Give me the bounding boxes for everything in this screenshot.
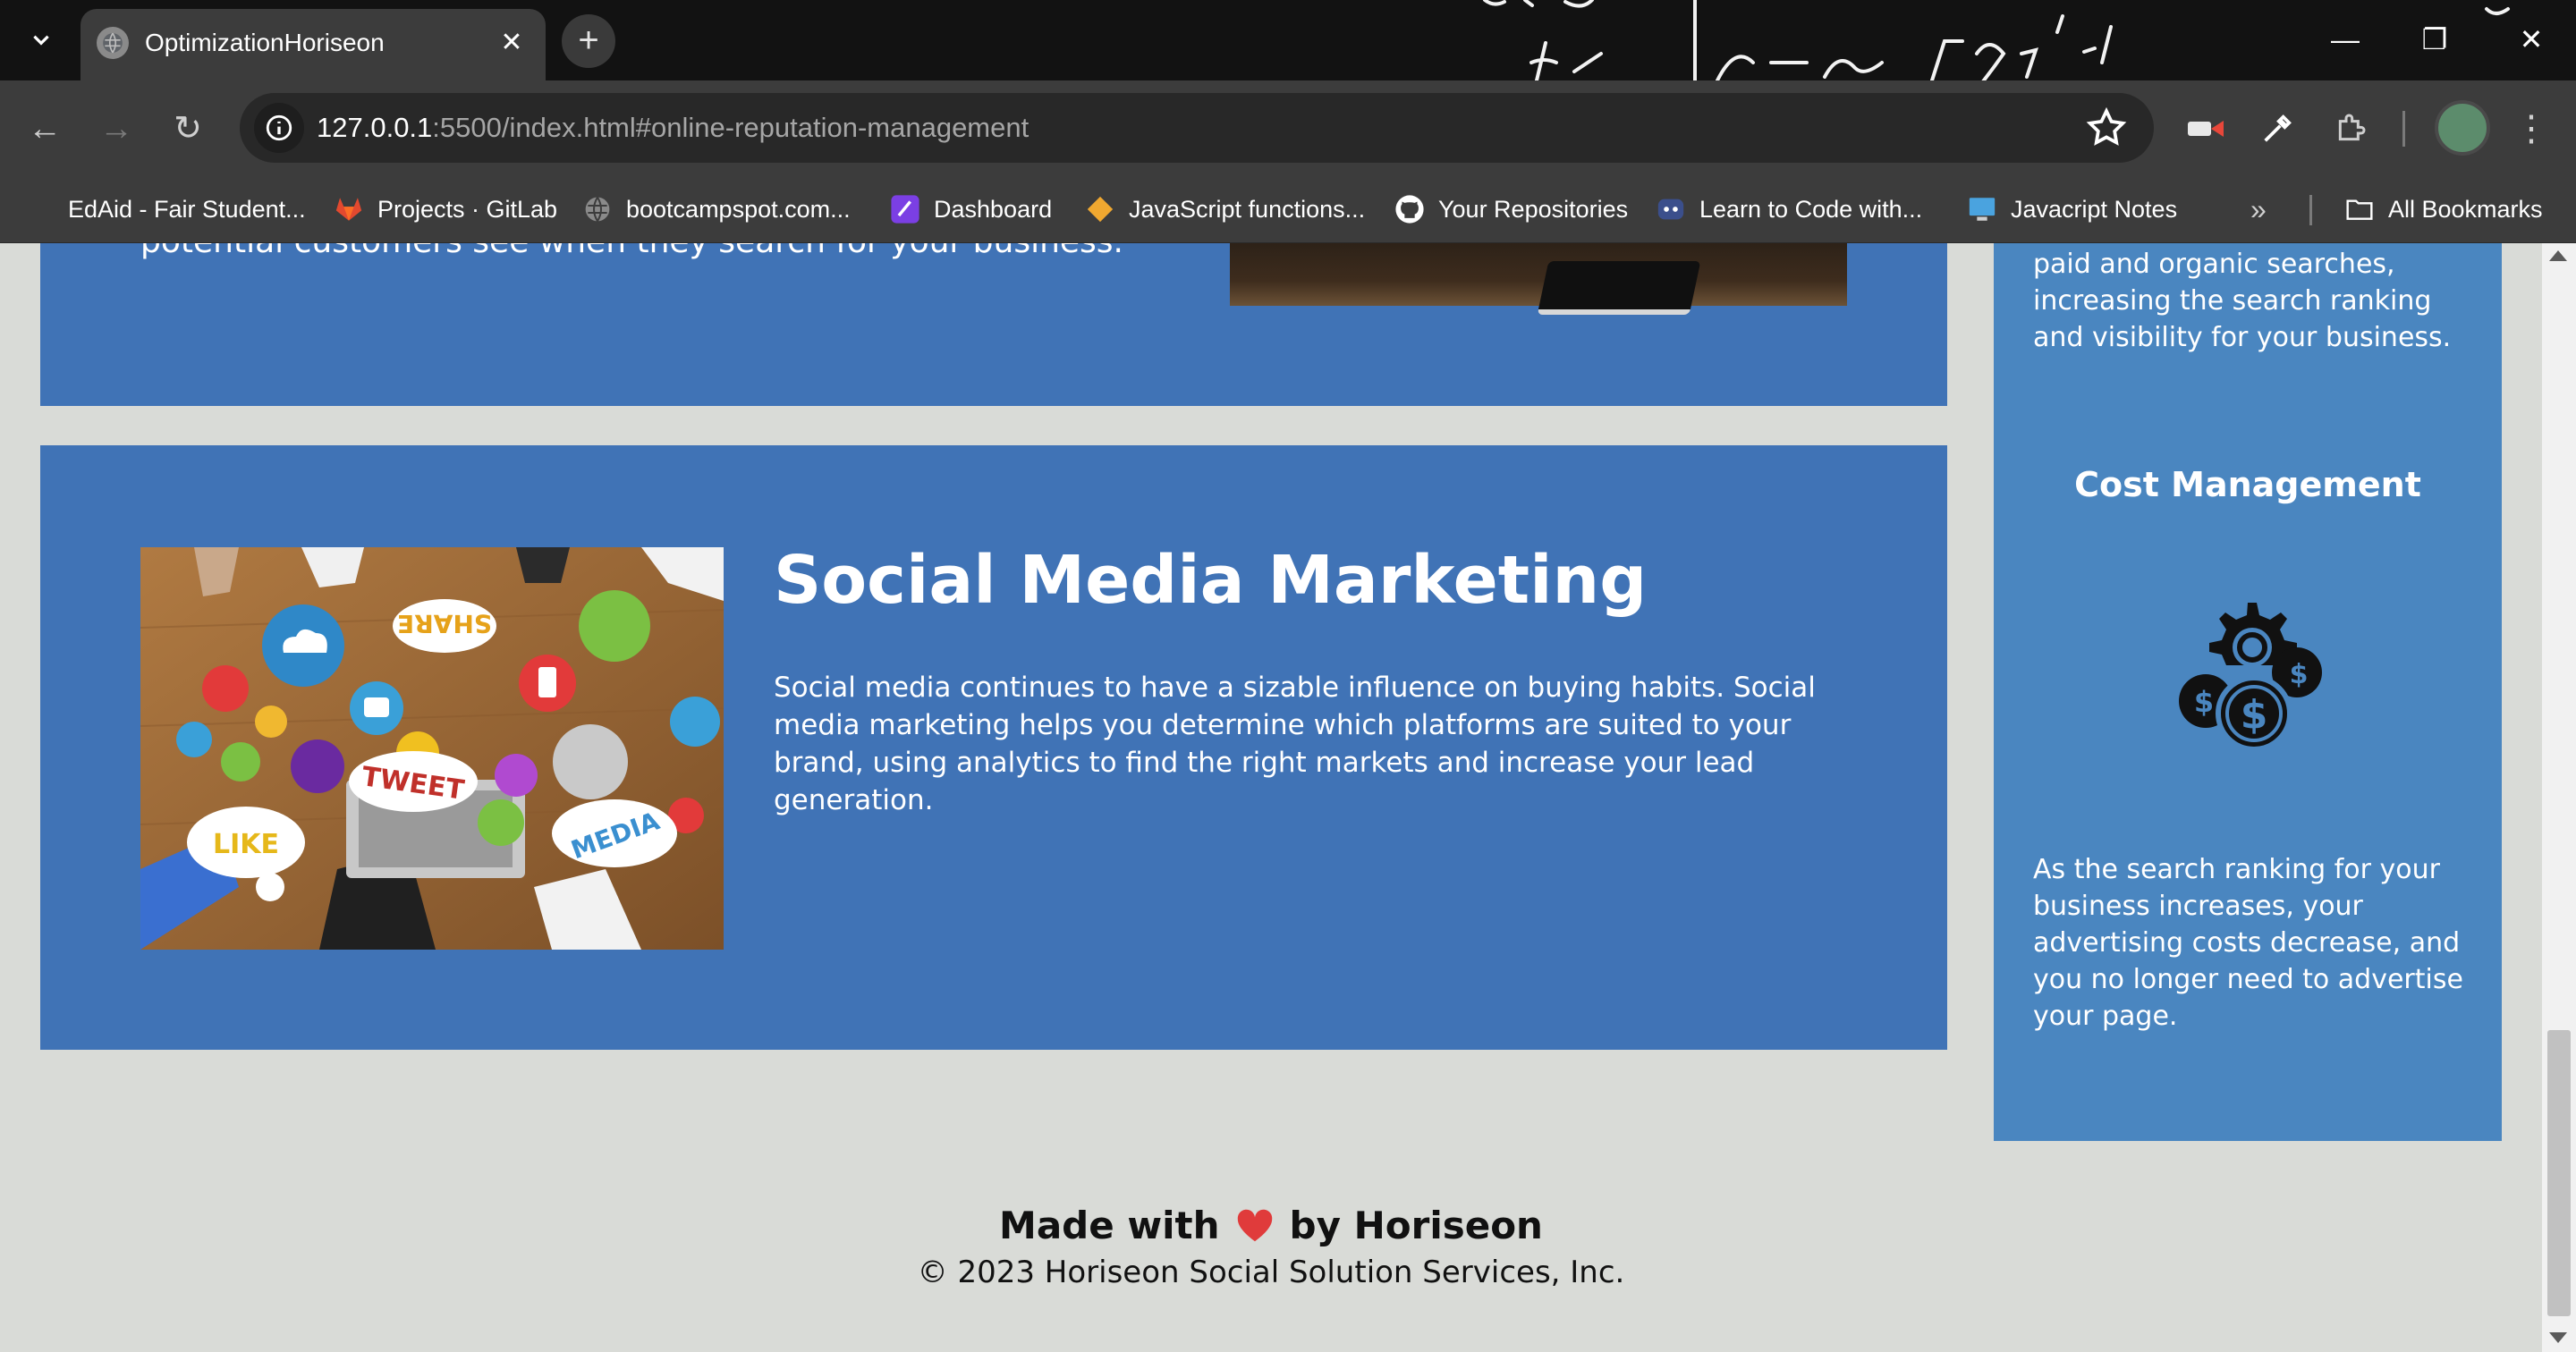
gitlab-icon	[333, 193, 365, 225]
heart-icon	[1237, 1209, 1272, 1242]
bookmark-label: bootcampspot.com...	[626, 195, 851, 223]
back-arrow-icon[interactable]: ←	[20, 104, 70, 154]
restore-icon[interactable]: ❐	[2399, 13, 2470, 66]
bookmark-label: Dashboard	[934, 195, 1053, 223]
cost-management-title: Cost Management	[2074, 465, 2421, 504]
browser-menu-icon[interactable]: ⋮	[2513, 104, 2549, 154]
online-reputation-management-section: potential customers see when they search…	[40, 243, 1947, 406]
all-bookmarks-button[interactable]: All Bookmarks	[2343, 186, 2543, 232]
reputation-management-image	[1230, 243, 1847, 315]
footer-made-with: Made with by Horiseon	[0, 1200, 2542, 1252]
laptop-graphic	[1537, 261, 1701, 315]
benefits-sidebar: Users find your business through paid an…	[1994, 243, 2502, 1141]
screen-recorder-extension-icon[interactable]	[2182, 106, 2229, 152]
bookmark-label: Learn to Code with...	[1699, 195, 1923, 223]
reload-icon[interactable]: ↻	[163, 104, 213, 154]
robot-icon	[1655, 193, 1687, 225]
bookmark-gitlab[interactable]: Projects · GitLab	[333, 186, 557, 232]
section-text: potential customers see when they search…	[140, 243, 1123, 260]
bookmarks-bar: EdAid - Fair Student... Projects · GitLa…	[0, 175, 2576, 243]
bookmark-javascript-functions[interactable]: JavaScript functions...	[1084, 186, 1365, 232]
bookmark-label: Projects · GitLab	[377, 195, 558, 223]
section-title: Social Media Marketing	[774, 542, 1648, 619]
bookmark-star-icon[interactable]	[2084, 106, 2129, 150]
bookmark-label: EdAid - Fair Student...	[68, 195, 306, 223]
folder-icon	[2343, 193, 2376, 225]
url-path: :5500/index.html#online-reputation-manag…	[432, 112, 1030, 143]
social-media-marketing-section: SHARE TWEET LIKE MEDIA Social Media Mark…	[40, 445, 1947, 1050]
window-close-icon[interactable]: ✕	[2496, 13, 2567, 66]
bookmark-dashboard[interactable]: Dashboard	[889, 186, 1052, 232]
browser-toolbar: ← → ↻ 127.0.0.1:5500/index.html#online-r…	[0, 80, 2576, 175]
bookmark-your-repositories[interactable]: Your Repositories	[1394, 186, 1628, 232]
bubble-share: SHARE	[397, 609, 492, 638]
cost-management-icon: $ $ $	[2179, 603, 2322, 752]
lead-generation-text: Users find your business through paid an…	[2033, 249, 2452, 353]
section-body: Social media continues to have a sizable…	[774, 672, 1816, 816]
color-picker-extension-icon[interactable]	[2254, 106, 2301, 152]
tab-search-chevron-icon[interactable]	[20, 18, 63, 61]
url-host: 127.0.0.1	[317, 112, 433, 143]
github-icon	[1394, 193, 1426, 225]
by-label: by Horiseon	[1289, 1204, 1543, 1247]
bookmark-bootcampspot[interactable]: bootcampspot.com...	[581, 186, 851, 232]
pen-icon	[889, 193, 921, 225]
svg-text:$: $	[2241, 692, 2268, 738]
extensions-puzzle-icon[interactable]	[2327, 106, 2374, 152]
browser-tab[interactable]: OptimizationHoriseon ✕	[80, 9, 546, 80]
site-info-icon[interactable]	[254, 103, 304, 153]
close-tab-icon[interactable]: ✕	[494, 25, 530, 61]
address-bar[interactable]: 127.0.0.1:5500/index.html#online-reputat…	[240, 93, 2154, 163]
social-media-marketing-image: SHARE TWEET LIKE MEDIA	[140, 547, 724, 950]
more-bookmarks-chevron-icon[interactable]: »	[2250, 188, 2267, 231]
diamond-icon	[1084, 193, 1116, 225]
svg-text:$: $	[2290, 659, 2309, 690]
copyright-text: © 2023 Horiseon Social Solution Services…	[917, 1255, 1625, 1290]
bookmark-label: JavaScript functions...	[1129, 195, 1366, 223]
forward-arrow-icon[interactable]: →	[91, 104, 141, 154]
made-with-label: Made with	[999, 1204, 1220, 1247]
page-scrollbar[interactable]	[2542, 243, 2576, 1352]
minimize-icon[interactable]: —	[2309, 13, 2381, 66]
page-footer: Made with by Horiseon © 2023 Horiseon So…	[0, 1200, 2542, 1293]
url-text[interactable]: 127.0.0.1:5500/index.html#online-reputat…	[317, 110, 1029, 146]
all-bookmarks-label: All Bookmarks	[2388, 195, 2543, 223]
bookmarks-divider	[2309, 195, 2312, 225]
scroll-up-arrow-icon[interactable]	[2549, 250, 2567, 261]
toolbar-divider	[2402, 111, 2405, 147]
globe-icon	[581, 193, 614, 225]
cost-management-text: As the search ranking for your business …	[2033, 854, 2463, 1032]
globe-icon	[97, 27, 129, 59]
bookmark-label: Your Repositories	[1438, 195, 1629, 223]
bookmark-javascript-notes[interactable]: Javacript Notes	[1966, 186, 2177, 232]
new-tab-button[interactable]: +	[562, 14, 615, 68]
profile-avatar[interactable]	[2435, 100, 2490, 156]
scrollbar-thumb[interactable]	[2547, 1030, 2571, 1316]
tab-title: OptimizationHoriseon	[145, 29, 385, 56]
monitor-icon	[1966, 193, 1998, 225]
scroll-down-arrow-icon[interactable]	[2549, 1332, 2567, 1343]
bookmark-learn-to-code[interactable]: Learn to Code with...	[1655, 186, 1922, 232]
page-viewport: potential customers see when they search…	[0, 243, 2576, 1352]
bubble-like: LIKE	[213, 829, 279, 860]
bookmark-edaid[interactable]: EdAid - Fair Student...	[68, 186, 306, 232]
tab-strip: OptimizationHoriseon ✕ + — ❐ ✕	[0, 0, 2576, 80]
svg-text:$: $	[2194, 685, 2214, 719]
bookmark-label: Javacript Notes	[2011, 195, 2178, 223]
